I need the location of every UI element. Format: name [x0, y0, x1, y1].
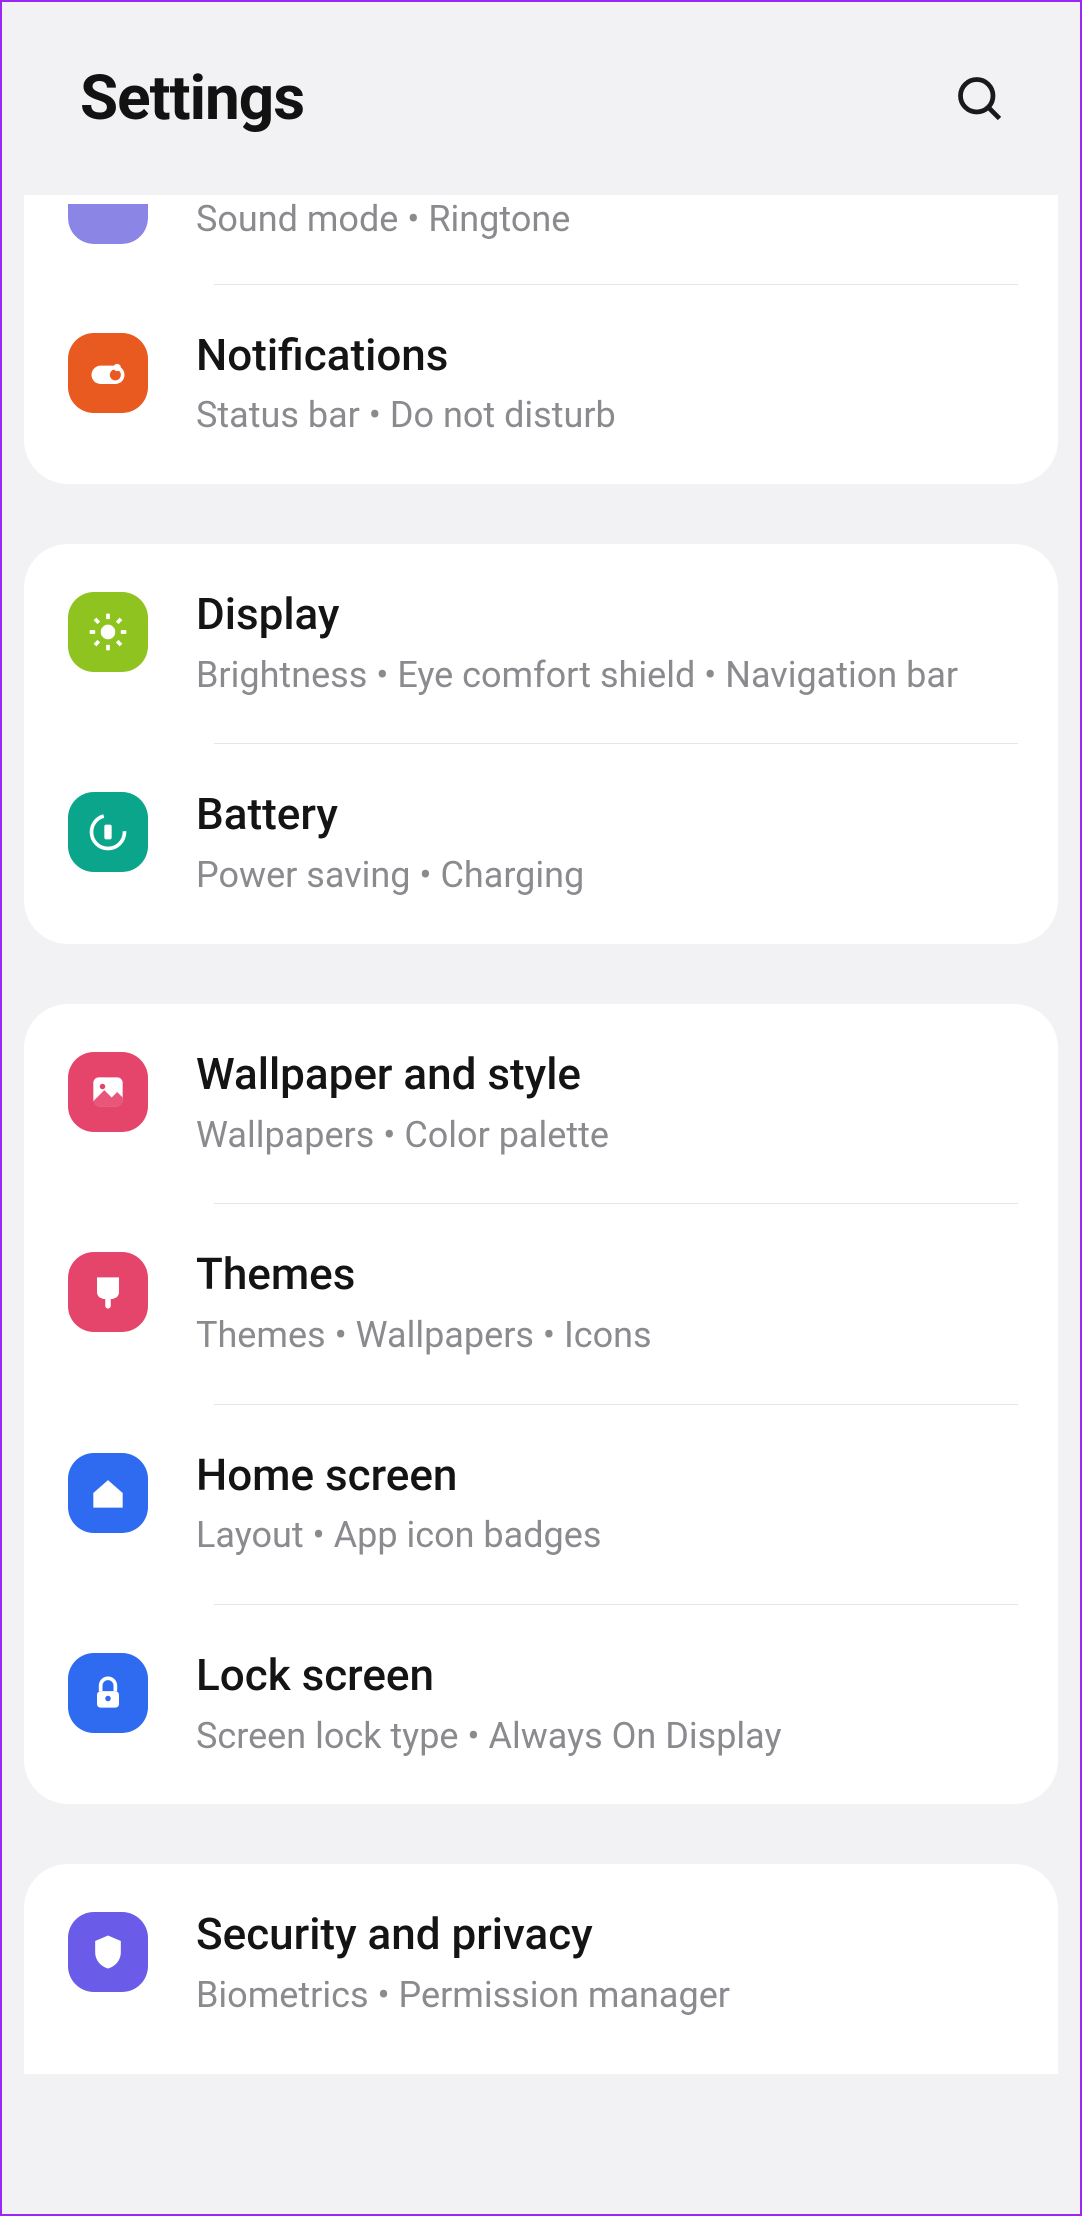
settings-item-subtitle: Layout • App icon badges	[196, 1511, 1014, 1560]
image-icon	[68, 1052, 148, 1132]
settings-item-subtitle: Status bar • Do not disturb	[196, 391, 1014, 440]
lock-icon	[68, 1653, 148, 1733]
shield-icon	[68, 1912, 148, 1992]
toggle-icon	[68, 333, 148, 413]
settings-group: Wallpaper and style Wallpapers • Color p…	[24, 1004, 1058, 1805]
brush-icon	[68, 1252, 148, 1332]
settings-item-subtitle: Wallpapers • Color palette	[196, 1111, 1014, 1160]
settings-item-sounds[interactable]: Sound mode • Ringtone	[24, 195, 1058, 284]
settings-group: Sound mode • Ringtone Notifications Stat…	[24, 195, 1058, 484]
search-icon	[954, 73, 1006, 125]
speaker-icon	[68, 204, 148, 244]
settings-item-title: Notifications	[196, 329, 1014, 382]
settings-group: Security and privacy Biometrics • Permis…	[24, 1864, 1058, 2073]
settings-item-title: Themes	[196, 1248, 1014, 1301]
settings-item-subtitle: Sound mode • Ringtone	[196, 195, 1014, 244]
settings-item-display[interactable]: Display Brightness • Eye comfort shield …	[24, 544, 1058, 743]
settings-item-subtitle: Biometrics • Permission manager	[196, 1971, 1014, 2020]
settings-item-title: Home screen	[196, 1449, 1014, 1502]
settings-item-subtitle: Themes • Wallpapers • Icons	[196, 1311, 1014, 1360]
settings-item-title: Battery	[196, 788, 1014, 841]
page-title: Settings	[80, 62, 304, 135]
home-icon	[68, 1453, 148, 1533]
settings-item-themes[interactable]: Themes Themes • Wallpapers • Icons	[24, 1204, 1058, 1403]
settings-item-title: Security and privacy	[196, 1908, 1014, 1961]
settings-item-lock-screen[interactable]: Lock screen Screen lock type • Always On…	[24, 1605, 1058, 1804]
settings-item-battery[interactable]: Battery Power saving • Charging	[24, 744, 1058, 943]
settings-item-title: Lock screen	[196, 1649, 1014, 1702]
settings-item-security[interactable]: Security and privacy Biometrics • Permis…	[24, 1864, 1058, 2063]
settings-item-title: Display	[196, 588, 1014, 641]
settings-item-title: Wallpaper and style	[196, 1048, 1014, 1101]
search-button[interactable]	[950, 69, 1010, 129]
settings-item-notifications[interactable]: Notifications Status bar • Do not distur…	[24, 285, 1058, 484]
settings-item-subtitle: Screen lock type • Always On Display	[196, 1712, 1014, 1761]
settings-item-subtitle: Brightness • Eye comfort shield • Naviga…	[196, 651, 1014, 700]
settings-item-subtitle: Power saving • Charging	[196, 851, 1014, 900]
settings-item-home-screen[interactable]: Home screen Layout • App icon badges	[24, 1405, 1058, 1604]
battery-icon	[68, 792, 148, 872]
settings-group: Display Brightness • Eye comfort shield …	[24, 544, 1058, 944]
settings-item-wallpaper[interactable]: Wallpaper and style Wallpapers • Color p…	[24, 1004, 1058, 1203]
sun-icon	[68, 592, 148, 672]
settings-header: Settings	[2, 2, 1080, 195]
